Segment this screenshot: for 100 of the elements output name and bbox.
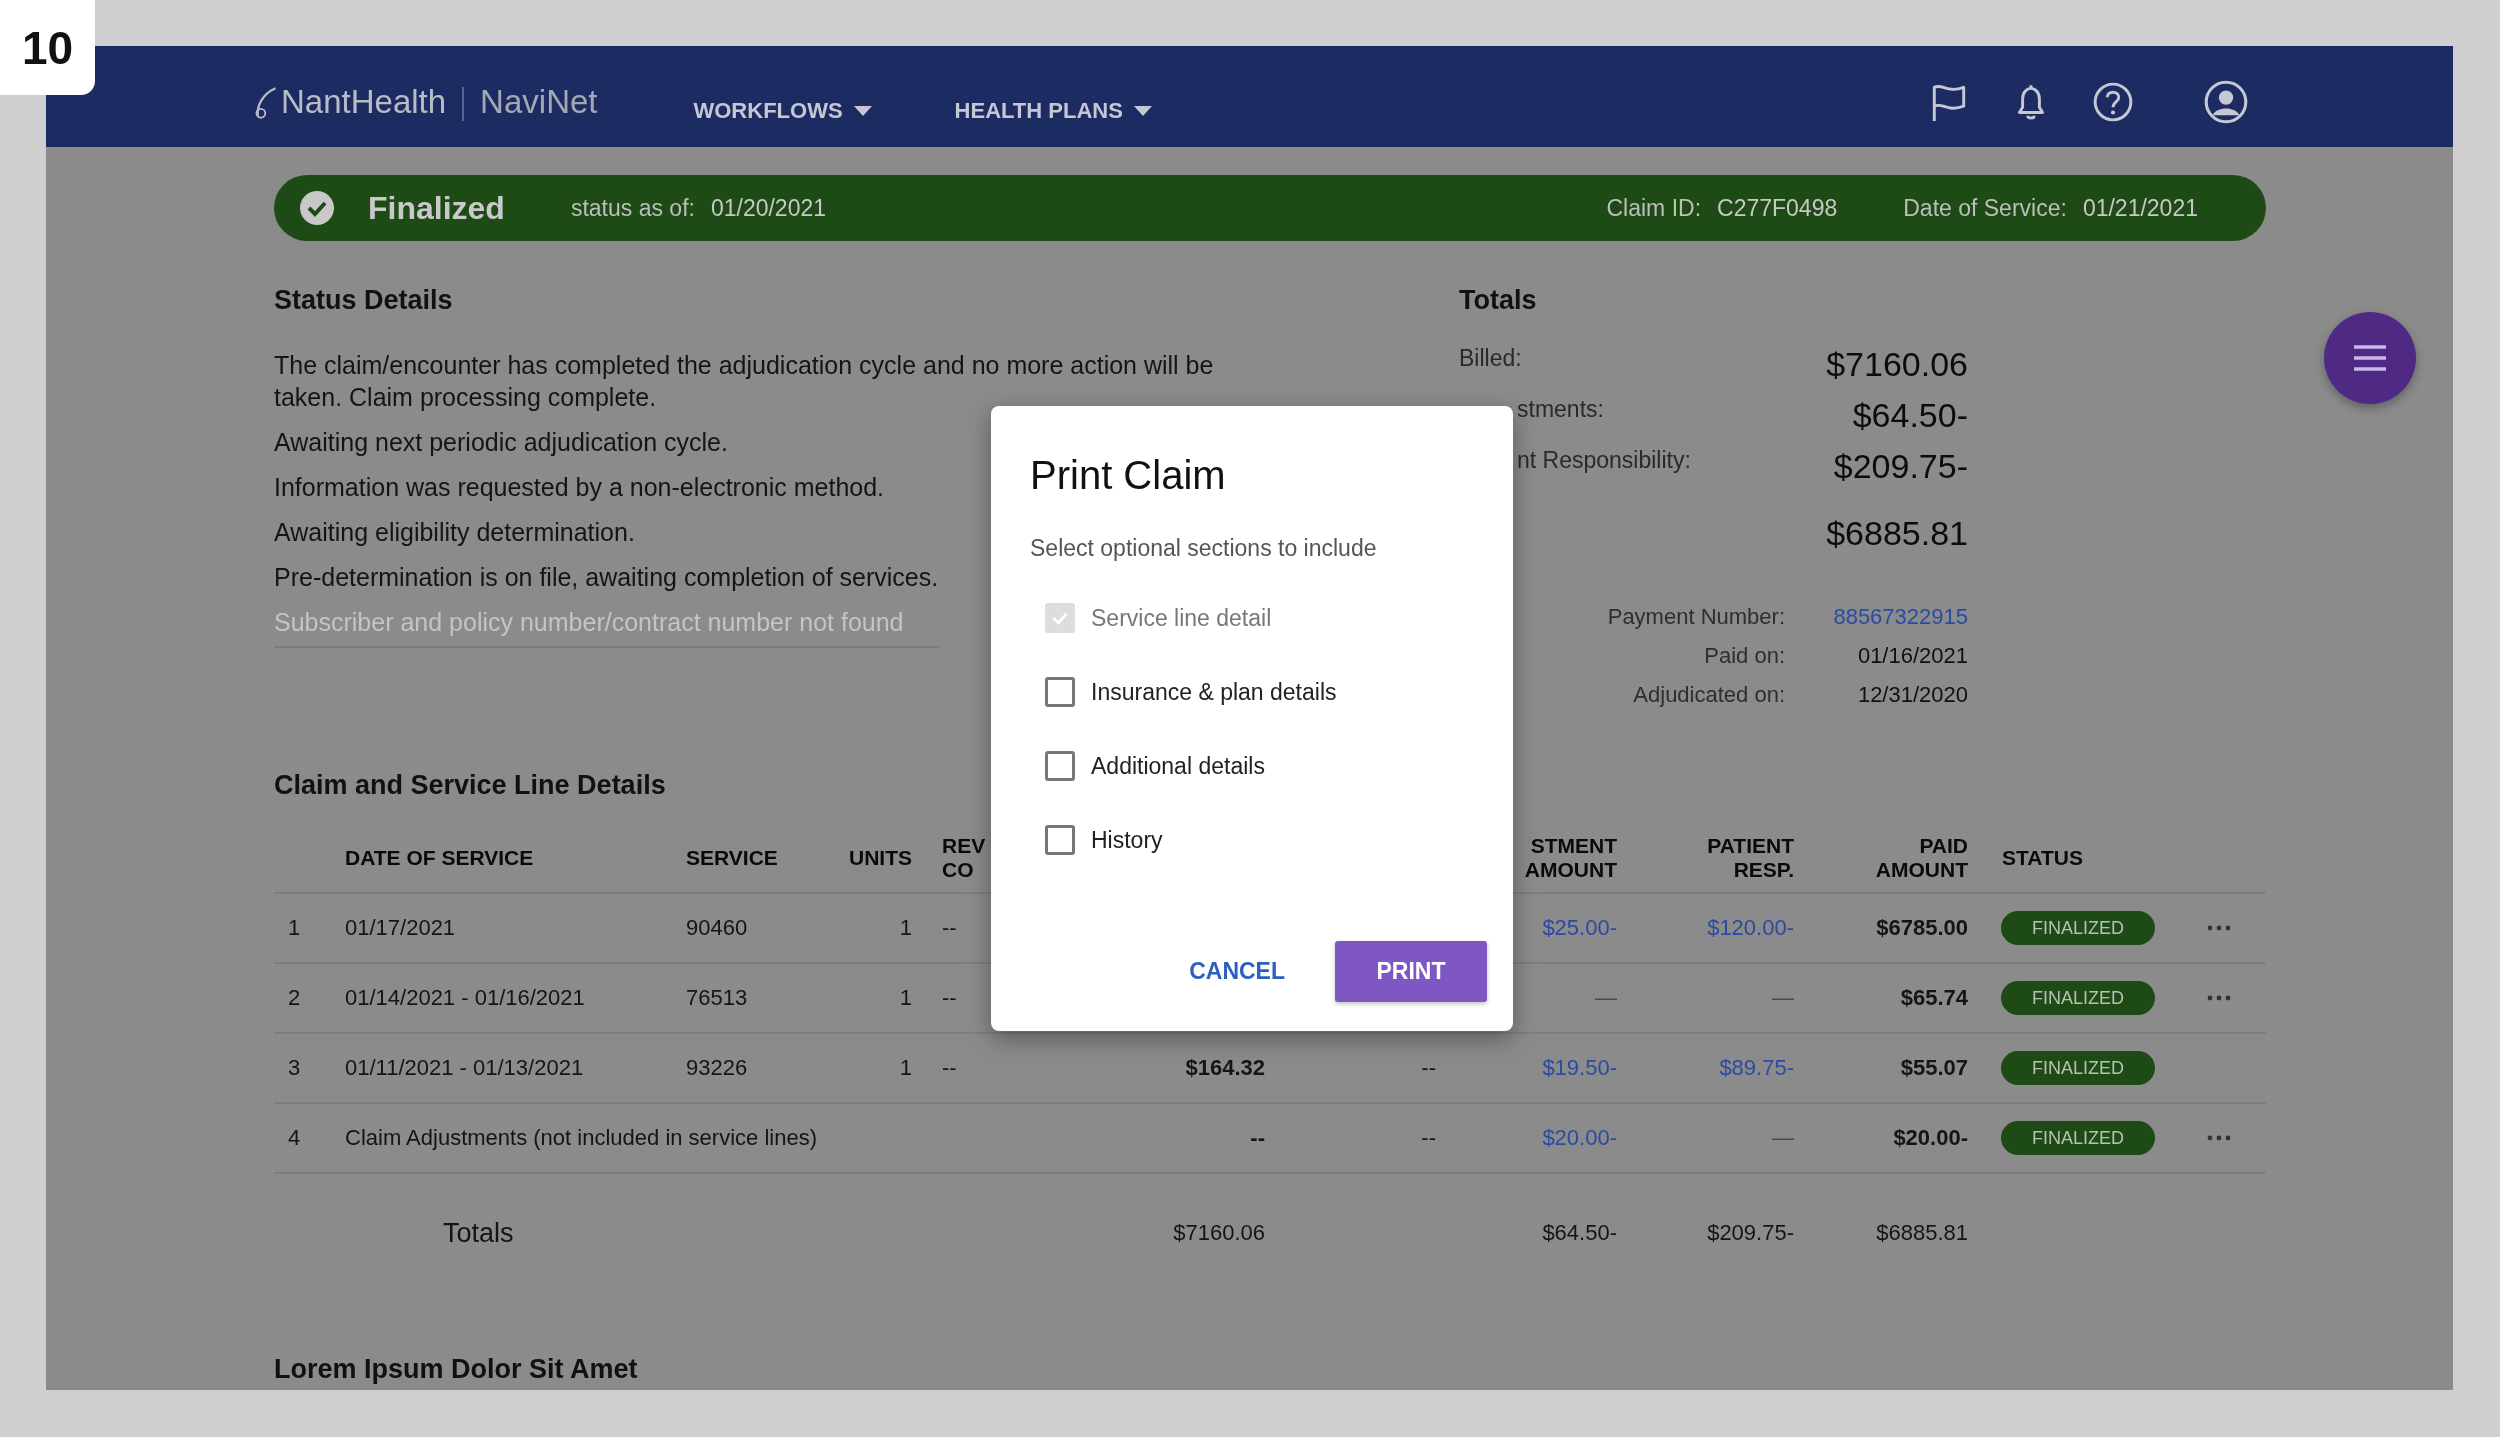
- dialog-subtitle: Select optional sections to include: [1030, 534, 1378, 562]
- table-cell-text: $89.75-: [1719, 1055, 1795, 1081]
- cancel-button[interactable]: CANCEL: [1169, 941, 1305, 1002]
- table-cell-text: --: [941, 1055, 958, 1081]
- nav-menu[interactable]: WORKFLOWS: [693, 97, 873, 124]
- status-message: Subscriber and policy number/contract number not found: [274, 607, 904, 638]
- user-avatar-icon[interactable]: [2204, 79, 2248, 124]
- status-message: The claim/encounter has completed the adjudication cycle and no more action will be taken. Claim processing complete.: [274, 350, 1215, 413]
- checkbox[interactable]: [1045, 677, 1075, 707]
- status-badge: FINALIZED: [2001, 1121, 2155, 1155]
- payment-label: Paid on:: [1703, 642, 1785, 669]
- table-cell-text: —: [1772, 985, 1795, 1011]
- status-date-label: status as of:: [570, 194, 695, 222]
- checkbox-label[interactable]: Additional details: [1091, 752, 1265, 780]
- table-cell-text: $25.00-: [1542, 915, 1618, 941]
- status-message: Awaiting eligibility determination.: [274, 517, 635, 548]
- table-cell-text: $6785.00: [1876, 915, 1969, 941]
- table-cell-text: $65.74: [1900, 985, 1969, 1011]
- table-cell-text: $64.50-: [1542, 1220, 1618, 1246]
- payment-label: Adjudicated on:: [1632, 681, 1785, 708]
- checkbox-label[interactable]: Insurance & plan details: [1091, 678, 1337, 706]
- table-cell-text: —: [1595, 985, 1618, 1011]
- table-cell-text: 76513: [686, 985, 749, 1011]
- column-header: REV CO: [941, 834, 987, 882]
- status-badge: FINALIZED: [2001, 981, 2155, 1015]
- claim-id: C277F0498: [1717, 194, 1838, 222]
- status-badge: FINALIZED: [2001, 911, 2155, 945]
- row-number: 3: [287, 1055, 302, 1081]
- table-cell-text: 01/11/2021 - 01/13/2021: [345, 1055, 585, 1081]
- section-heading: Claim and Service Line Details: [274, 769, 667, 802]
- amount-value: $64.50-: [1852, 396, 1968, 435]
- check-circle-icon: [300, 191, 334, 225]
- totals-label: Totals: [442, 1217, 515, 1249]
- table-cell: $164.32: [1185, 1055, 1265, 1081]
- dialog-title: Print Claim: [1030, 452, 1227, 499]
- status-message: Awaiting next periodic adjudication cycle.: [274, 427, 728, 458]
- service-date-label: Date of Service:: [1903, 194, 2067, 222]
- service-date: 01/21/2021: [2082, 194, 2198, 222]
- table-cell-text: 01/17/2021: [345, 915, 457, 941]
- status-date: 01/20/2021: [710, 194, 827, 222]
- section-heading: Totals: [1459, 284, 1538, 317]
- table-cell-text: $120.00-: [1707, 915, 1795, 941]
- amount-label: Billed:: [1459, 345, 1522, 372]
- table-cell-text: $20.00-: [1542, 1125, 1618, 1151]
- amount-label: nt Responsibility:: [1516, 447, 1691, 474]
- table-cell-text: 01/14/2021 - 01/16/2021: [345, 985, 586, 1011]
- section-heading: Status Details: [274, 284, 454, 317]
- menu-icon: [2352, 344, 2388, 372]
- table-cell-text: $19.50-: [1542, 1055, 1618, 1081]
- table-cell: 1: [899, 915, 912, 941]
- column-header: STATUS: [2001, 846, 2084, 870]
- column-header: SERVICE: [686, 846, 779, 870]
- column-header: DATE OF SERVICE: [345, 846, 535, 870]
- checkbox[interactable]: [1045, 751, 1075, 781]
- table-cell-text: $209.75-: [1707, 1220, 1795, 1246]
- table-cell-text: --: [1421, 1125, 1437, 1151]
- claim-status: Finalized: [368, 189, 505, 227]
- table-cell-text: $20.00-: [1893, 1125, 1969, 1151]
- table-cell-text: Claim Adjustments (not included in service lines): [345, 1125, 818, 1151]
- help-icon[interactable]: [2092, 80, 2134, 123]
- table-cell: 1: [899, 985, 912, 1011]
- status-message: Information was requested by a non-electronic method.: [274, 472, 885, 503]
- table-cell: 1: [899, 1055, 912, 1081]
- amount-value: $6885.81: [1826, 514, 1968, 553]
- row-number: 1: [287, 915, 302, 941]
- more-options-icon[interactable]: [2207, 1135, 2231, 1141]
- table-cell-text: $55.07: [1900, 1055, 1969, 1081]
- caret-icon: [1132, 104, 1153, 117]
- payment-label: Payment Number:: [1606, 603, 1785, 630]
- product-name[interactable]: NaviNet: [480, 82, 598, 121]
- payment-value: 01/16/2021: [1856, 642, 1968, 669]
- payment-value: 12/31/2020: [1856, 681, 1968, 708]
- claim-id-label: Claim ID:: [1606, 194, 1702, 222]
- frame-number: 10: [0, 0, 95, 95]
- caret-icon: [852, 104, 873, 117]
- table-cell-text: 90460: [686, 915, 749, 941]
- table-cell: $7160.06: [1173, 1220, 1265, 1246]
- row-number: 4: [287, 1125, 302, 1151]
- status-badge: FINALIZED: [2001, 1051, 2155, 1085]
- brand-name[interactable]: NantHealth: [281, 82, 447, 121]
- amount-label: stments:: [1516, 396, 1604, 423]
- menu-button[interactable]: [2324, 312, 2416, 404]
- checkbox[interactable]: [1045, 825, 1075, 855]
- row-number: 2: [287, 985, 302, 1011]
- nav-menu[interactable]: HEALTH PLANS: [954, 97, 1153, 124]
- table-cell-text: 93226: [686, 1055, 749, 1081]
- column-header: STMENT AMOUNT: [1524, 834, 1618, 882]
- column-header: PATIENT RESP.: [1707, 834, 1795, 882]
- column-header: UNITS: [849, 846, 912, 870]
- table-cell-text: --: [941, 985, 958, 1011]
- amount-value: $7160.06: [1826, 345, 1968, 384]
- amount-value: $209.75-: [1833, 447, 1968, 486]
- checkbox-label[interactable]: History: [1091, 826, 1163, 854]
- table-cell-text: --: [1421, 1055, 1437, 1081]
- column-header: PAID AMOUNT: [1875, 834, 1969, 882]
- more-options-icon[interactable]: [2207, 925, 2231, 931]
- table-cell-text: —: [1772, 1125, 1795, 1151]
- table-cell-text: $6885.81: [1876, 1220, 1969, 1246]
- print-button[interactable]: PRINT: [1335, 941, 1487, 1002]
- more-options-icon[interactable]: [2207, 995, 2231, 1001]
